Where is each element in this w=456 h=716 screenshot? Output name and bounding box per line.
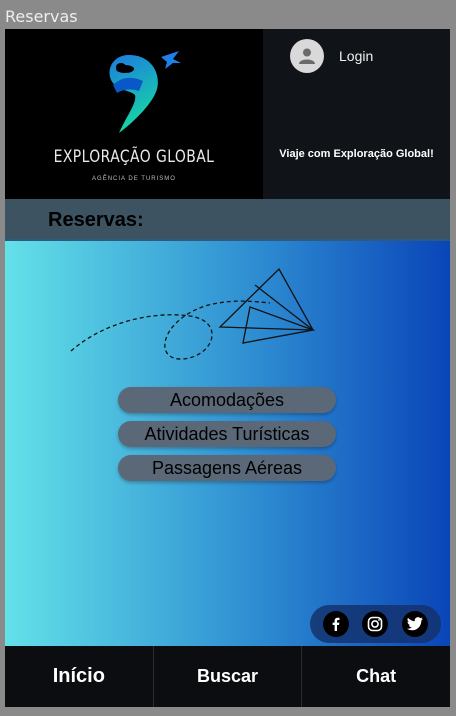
logo-pin-icon <box>109 51 181 133</box>
social-links <box>310 605 441 643</box>
nav-chat[interactable]: Chat <box>302 646 450 707</box>
logo-panel: EXPLORAÇÃO GLOBAL AGÊNCIA DE TURISMO <box>5 29 263 199</box>
twitter-icon[interactable] <box>402 611 429 637</box>
facebook-icon[interactable] <box>322 611 349 637</box>
tagline: Viaje com Exploração Global! <box>279 148 434 160</box>
nav-home[interactable]: Início <box>5 646 154 707</box>
nav-search[interactable]: Buscar <box>154 646 303 707</box>
brand-subtitle: AGÊNCIA DE TURISMO <box>92 176 176 182</box>
tourist-activities-button[interactable]: Atividades Turísticas <box>118 421 336 447</box>
login-button[interactable]: Login <box>290 39 373 73</box>
air-tickets-button[interactable]: Passagens Aéreas <box>118 455 336 481</box>
accommodations-button[interactable]: Acomodações <box>118 387 336 413</box>
instagram-icon[interactable] <box>362 611 389 637</box>
brand-name: EXPLORAÇÃO GLOBAL <box>53 147 215 167</box>
bottom-navigation: Início Buscar Chat <box>5 646 450 707</box>
app-window: EXPLORAÇÃO GLOBAL AGÊNCIA DE TURISMO Log… <box>5 29 450 707</box>
main-content: Acomodações Atividades Turísticas Passag… <box>5 241 450 646</box>
section-title: Reservas: <box>48 209 144 231</box>
reservation-menu: Acomodações Atividades Turísticas Passag… <box>118 387 336 489</box>
header: EXPLORAÇÃO GLOBAL AGÊNCIA DE TURISMO Log… <box>5 29 450 199</box>
paper-plane-icon <box>70 267 316 360</box>
window-title: Reservas <box>5 7 78 26</box>
login-label: Login <box>339 48 374 64</box>
user-avatar-icon <box>290 39 324 73</box>
header-right-panel: Login Viaje com Exploração Global! <box>263 29 450 199</box>
section-bar: Reservas: <box>5 199 450 241</box>
